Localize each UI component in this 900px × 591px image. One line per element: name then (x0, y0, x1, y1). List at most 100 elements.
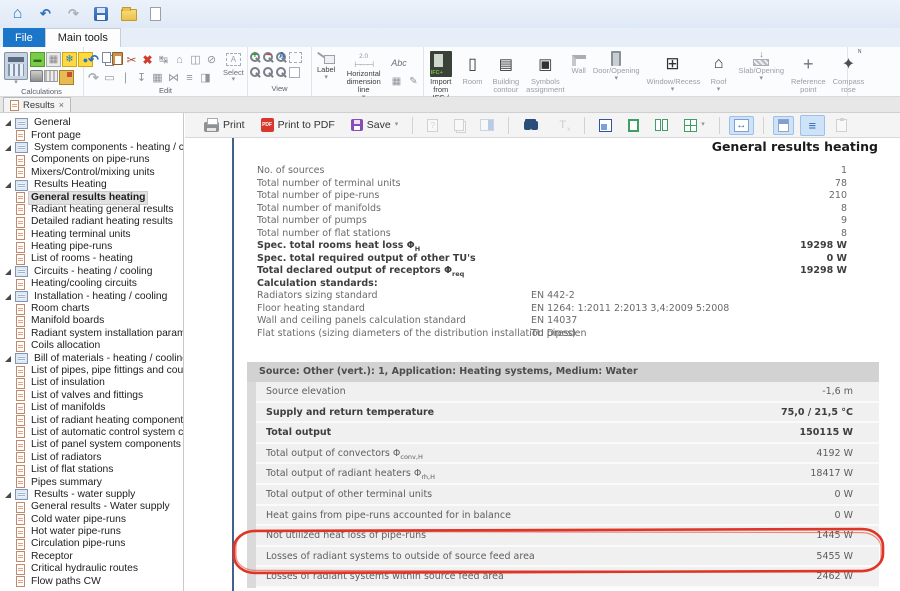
tree-item[interactable]: Heating/cooling circuits (0, 278, 183, 290)
redo-icon[interactable] (86, 70, 101, 85)
tree-item[interactable]: Coils allocation (0, 340, 183, 352)
tree-item[interactable]: List of radiant heating components (0, 414, 183, 426)
cooling-icon[interactable] (62, 52, 77, 67)
printer-button[interactable]: Print (199, 116, 250, 135)
tree-item[interactable]: Radiant system installation parameters (0, 328, 183, 340)
window-recess-button[interactable]: Window/Recess▾ (644, 49, 702, 93)
door-edit-icon[interactable] (198, 70, 213, 85)
slab-opening-button[interactable]: Slab/Opening▾ (736, 49, 787, 82)
expander-icon[interactable] (5, 182, 11, 188)
grid-icon[interactable] (389, 74, 404, 89)
radiator-icon[interactable] (44, 70, 58, 82)
select-button[interactable]: A Select ▾ (223, 49, 244, 83)
tree-group[interactable]: Circuits - heating / cooling (0, 266, 183, 278)
expander-icon[interactable] (5, 269, 11, 275)
tab-file[interactable]: File (3, 28, 45, 47)
open-icon[interactable] (121, 9, 137, 21)
expander-icon[interactable] (5, 492, 11, 498)
expander-icon[interactable] (5, 356, 11, 362)
tree-item[interactable]: Detailed radiant heating results (0, 216, 183, 228)
tree-item[interactable]: Radiant heating general results (0, 204, 183, 216)
wall-button[interactable]: Wall (569, 49, 589, 75)
app-home-icon[interactable] (10, 7, 25, 22)
equal-icon[interactable] (182, 70, 197, 85)
tree-item[interactable]: List of flat stations (0, 464, 183, 476)
door-opening-button[interactable]: Door/Opening▾ (590, 49, 643, 82)
expander-icon[interactable] (5, 145, 11, 151)
redo-icon[interactable] (66, 7, 81, 22)
tree-item[interactable]: Cold water pipe-runs (0, 514, 183, 526)
tree-item[interactable]: List of radiators (0, 452, 183, 464)
find-button[interactable] (518, 118, 544, 133)
undo-icon[interactable] (86, 52, 101, 67)
tree-item[interactable]: List of panel system components (0, 439, 183, 451)
tree-group[interactable]: Installation - heating / cooling (0, 290, 183, 302)
zoom-sel-icon[interactable] (276, 67, 286, 77)
tree-item[interactable]: General results - Water supply (0, 501, 183, 513)
copy-page-button[interactable] (449, 116, 469, 134)
doc-tab-results[interactable]: Results × (3, 97, 71, 112)
pan-icon[interactable] (289, 67, 300, 78)
hatch-icon[interactable] (150, 70, 165, 85)
copy-icon[interactable] (102, 52, 111, 63)
tree-item[interactable]: List of insulation (0, 377, 183, 389)
down-icon[interactable] (134, 70, 149, 85)
mirror-icon[interactable] (166, 70, 181, 85)
results-icon[interactable] (59, 70, 74, 85)
tree-group[interactable]: Bill of materials - heating / cooling (0, 352, 183, 364)
save-icon[interactable] (94, 7, 108, 21)
project-green-icon[interactable] (30, 52, 45, 67)
page-header-button[interactable] (773, 116, 794, 135)
page-two-button[interactable] (650, 116, 673, 134)
tree-group[interactable]: Results - water supply (0, 489, 183, 501)
fit-width-button[interactable] (729, 116, 754, 135)
tree-item[interactable]: Components on pipe-runs (0, 154, 183, 166)
paste-icon[interactable] (112, 52, 123, 65)
tree-group[interactable]: System components - heating / cooling (0, 142, 183, 154)
stamp-icon[interactable] (30, 70, 43, 82)
raise-icon[interactable] (172, 52, 187, 67)
cut-icon[interactable] (124, 52, 139, 67)
page-multi-button[interactable]: ▾ (679, 116, 710, 135)
tree-item[interactable]: List of rooms - heating (0, 253, 183, 265)
building-contour-button[interactable]: Building contour (489, 49, 522, 94)
tree-item[interactable]: Hot water pipe-runs (0, 526, 183, 538)
more-icon[interactable] (204, 52, 219, 67)
tree-item[interactable]: List of pipes, pipe fittings and couplin… (0, 365, 183, 377)
tree-item[interactable]: Receptor (0, 551, 183, 563)
horizontal-dimension-line-button[interactable]: 2.0 Horizontal dimension line ▾ (341, 51, 386, 101)
page-fit-button[interactable] (623, 116, 644, 135)
lift-icon[interactable] (188, 52, 203, 67)
help-doc-button[interactable] (422, 116, 443, 135)
new-doc-icon[interactable] (150, 7, 161, 21)
tree-item[interactable]: Mixers/Control/mixing units (0, 167, 183, 179)
tab-main-tools[interactable]: Main tools (45, 28, 121, 47)
delete-icon[interactable] (140, 52, 155, 67)
tree-item[interactable]: List of automatic control system compo (0, 427, 183, 439)
tree-item[interactable]: Front page (0, 129, 183, 141)
tree-item[interactable]: Pipes summary (0, 476, 183, 488)
undo-icon[interactable] (38, 7, 53, 22)
zoom-out-icon[interactable] (263, 52, 273, 62)
reference-point-button[interactable]: Reference point (788, 49, 829, 94)
zoom-obj-icon[interactable] (263, 67, 273, 77)
zoom-all-icon[interactable] (276, 52, 286, 62)
outline-list-button[interactable] (800, 115, 825, 136)
tree-item[interactable]: List of manifolds (0, 402, 183, 414)
page-actual-button[interactable] (594, 116, 617, 135)
tree-item[interactable]: Heating terminal units (0, 229, 183, 241)
params-panel-button[interactable] (475, 116, 499, 134)
zoom-in-icon[interactable] (250, 52, 260, 62)
net-gray-icon[interactable] (46, 52, 61, 67)
roof-button[interactable]: Roof▾ (703, 49, 735, 93)
tree-group[interactable]: General (0, 117, 183, 129)
tree-item[interactable]: Flow paths CW (0, 575, 183, 587)
expander-icon[interactable] (5, 294, 11, 300)
save-purple-button[interactable]: Save▾ (346, 116, 403, 134)
tree-item[interactable]: List of valves and fittings (0, 390, 183, 402)
vline-icon[interactable] (118, 70, 133, 85)
tree-group[interactable]: Results Heating (0, 179, 183, 191)
expander-icon[interactable] (5, 120, 11, 126)
pencil-icon[interactable] (406, 74, 421, 89)
room-button[interactable]: Room (456, 49, 488, 86)
